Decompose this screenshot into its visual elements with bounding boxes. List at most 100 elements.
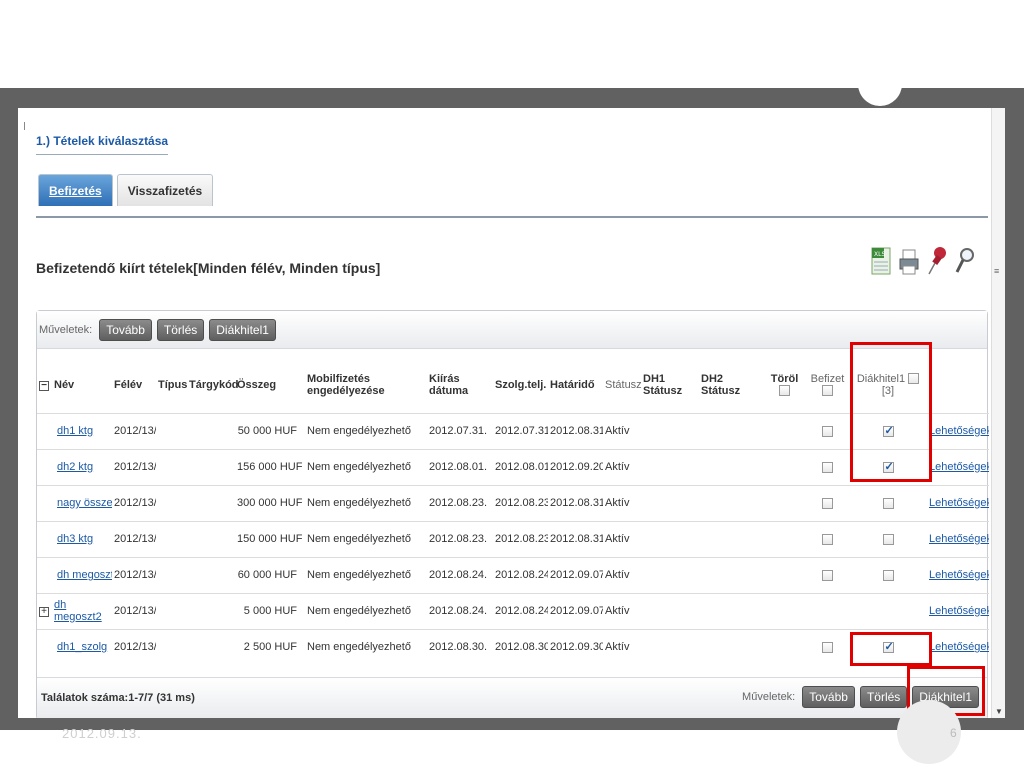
befizet-checkbox[interactable] (822, 425, 833, 437)
befizet-checkbox[interactable] (822, 569, 833, 581)
print-icon[interactable] (898, 244, 920, 278)
column-header-dh2[interactable]: DH2 Státusz (699, 357, 763, 413)
befizet-select-all-checkbox[interactable] (822, 385, 833, 397)
cell-actions: Lehetőségek▶ (927, 448, 989, 485)
befizet-checkbox[interactable] (822, 461, 833, 473)
befizet-checkbox[interactable] (822, 497, 833, 509)
cell-tipus (156, 592, 187, 629)
befizet-checkbox[interactable] (822, 641, 833, 653)
column-header-nev[interactable]: − Név (37, 357, 112, 413)
cell-diakhitel (849, 556, 927, 593)
cell-targykod (187, 448, 235, 485)
results-count: Találatok száma:1-7/7 (31 ms) (41, 692, 195, 704)
cell-befizet (806, 556, 849, 593)
expand-row-icon[interactable]: + (39, 606, 49, 617)
befizet-label: Befizet (810, 372, 845, 385)
cell-statusz: Aktív (603, 484, 641, 521)
footer-tovabb-button[interactable]: Tovább (802, 686, 855, 708)
lehetosegek-link[interactable]: Lehetőségek (929, 641, 989, 653)
cell-szolg: 2012.08.24. (493, 592, 548, 629)
cell-dh2 (699, 520, 763, 557)
table-row: dh3 ktg 2012/13/1 150 000 HUF Nem engedé… (37, 520, 989, 557)
cell-hatarido: 2012.09.07. (548, 592, 603, 629)
cell-hatarido: 2012.08.31. (548, 412, 603, 449)
lehetosegek-link[interactable]: Lehetőségek (929, 569, 989, 581)
column-header-torol: Töröl (763, 357, 806, 413)
table-row: dh1_szolg 2012/13/1 2 500 HUF Nem engedé… (37, 628, 989, 665)
cell-tipus (156, 628, 187, 665)
cell-mobilfizetes: Nem engedélyezhető (305, 556, 427, 593)
column-header-targykod[interactable]: Tárgykód (187, 357, 239, 413)
cell-statusz: Aktív (603, 448, 641, 485)
column-header-befizet: Befizet (806, 357, 849, 413)
tab-visszafizetes[interactable]: Visszafizetés (116, 174, 214, 206)
diakhitel1-button[interactable]: Diákhitel1 (209, 318, 276, 341)
cell-kiiras: 2012.08.24. (427, 592, 493, 629)
column-header-kiiras[interactable]: Kiírás dátuma (427, 357, 493, 413)
items-panel: Műveletek: Tovább Törlés Diákhitel1 − Név… (36, 310, 989, 718)
torol-select-all-checkbox[interactable] (779, 385, 790, 397)
lehetosegek-link[interactable]: Lehetőségek (929, 461, 989, 473)
cell-diakhitel (849, 412, 927, 449)
lehetosegek-link[interactable]: Lehetőségek (929, 425, 989, 437)
cell-dh1 (641, 520, 699, 557)
item-name-link[interactable]: dh2 ktg (57, 461, 93, 473)
column-header-statusz[interactable]: Státusz (603, 357, 642, 413)
cell-szolg: 2012.08.23. (493, 520, 548, 557)
cell-kiiras: 2012.07.31. (427, 412, 493, 449)
tovabb-button[interactable]: Tovább (99, 318, 152, 341)
cell-szolg: 2012.08.01. (493, 448, 548, 485)
cell-osszeg: 60 000 HUF (235, 556, 305, 593)
pin-icon[interactable] (926, 244, 948, 278)
item-name-link[interactable]: dh megoszt (57, 569, 112, 581)
cell-torol (763, 484, 806, 521)
lehetosegek-link[interactable]: Lehetőségek (929, 533, 989, 545)
tab-bar: Befizetés Visszafizetés (38, 174, 214, 206)
diakhitel-select-all-checkbox[interactable] (908, 373, 920, 385)
diakhitel-count: [3] (881, 384, 895, 397)
scroll-down-icon[interactable]: ▼ (995, 707, 1003, 716)
column-header-szolg[interactable]: Szolg.telj. (493, 357, 548, 413)
cell-hatarido: 2012.09.20. (548, 448, 603, 485)
cell-torol (763, 412, 806, 449)
cell-actions: Lehetőségek▶ (927, 484, 989, 521)
diakhitel-checkbox[interactable] (882, 533, 894, 545)
cell-dh1 (641, 556, 699, 593)
item-name-link[interactable]: nagy összeg (57, 497, 112, 509)
search-icon[interactable] (954, 244, 976, 278)
column-header-hatarido[interactable]: Határidő (548, 357, 603, 413)
cell-torol (763, 628, 806, 665)
befizet-checkbox[interactable] (822, 533, 833, 545)
item-name-link[interactable]: dh1_szolg (57, 641, 107, 653)
column-header-osszeg[interactable]: Összeg (235, 357, 305, 413)
cell-felev: 2012/13/1 (112, 628, 156, 665)
collapse-all-icon[interactable]: − (39, 380, 49, 391)
diakhitel-checkbox[interactable] (882, 424, 894, 437)
left-divider (24, 122, 25, 130)
diakhitel-checkbox[interactable] (882, 497, 894, 509)
diakhitel-checkbox[interactable] (882, 569, 894, 581)
cell-actions: Lehetőségek▶ (927, 412, 989, 449)
cell-osszeg: 50 000 HUF (235, 412, 305, 449)
item-name-link[interactable]: dh megoszt2 (54, 599, 102, 623)
diakhitel-checkbox[interactable] (882, 460, 894, 473)
lehetosegek-link[interactable]: Lehetőségek (929, 497, 989, 509)
slide-decoration-circle (858, 62, 902, 106)
cell-kiiras: 2012.08.01. (427, 448, 493, 485)
step-title: 1.) Tételek kiválasztása (36, 134, 169, 155)
vertical-scrollbar[interactable]: ≡ ▼ (991, 108, 1005, 718)
footer-torles-button[interactable]: Törlés (859, 686, 908, 708)
torles-button[interactable]: Törlés (156, 318, 205, 341)
column-header-mobilfizetes[interactable]: Mobilfizetés engedélyezése (305, 357, 427, 413)
item-name-link[interactable]: dh3 ktg (57, 533, 93, 545)
cell-felev: 2012/13/1 (112, 448, 156, 485)
column-header-dh1[interactable]: DH1 Státusz (641, 357, 699, 413)
diakhitel-checkbox[interactable] (882, 640, 894, 653)
lehetosegek-link[interactable]: Lehetőségek (929, 605, 989, 617)
cell-targykod (187, 520, 235, 557)
column-header-tipus[interactable]: Típus (156, 357, 187, 413)
column-header-felev[interactable]: Félév (112, 357, 156, 413)
tab-befizetes[interactable]: Befizetés (38, 174, 113, 206)
excel-export-icon[interactable]: XLS (870, 244, 892, 278)
item-name-link[interactable]: dh1 ktg (57, 425, 93, 437)
